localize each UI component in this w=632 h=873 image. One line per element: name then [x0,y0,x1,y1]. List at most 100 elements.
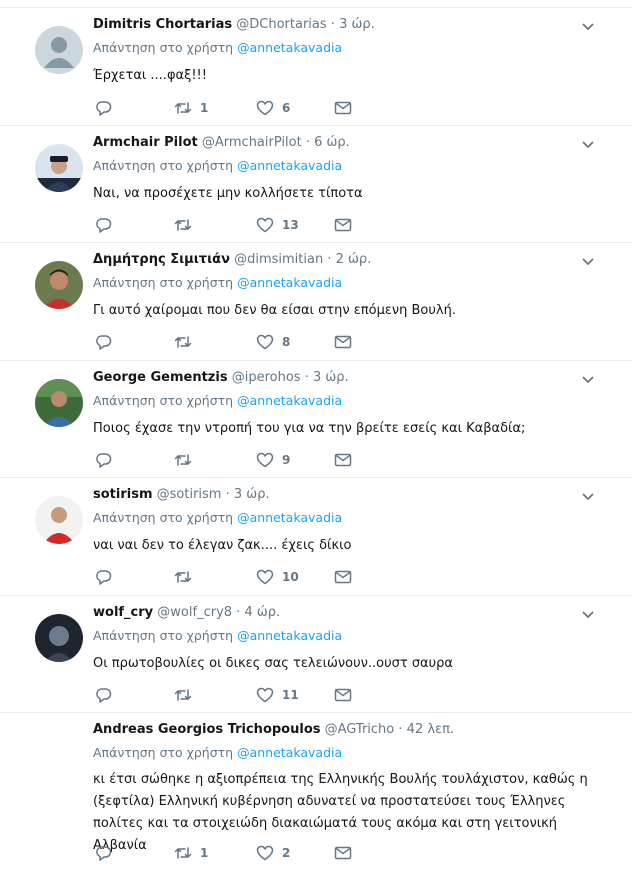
heart-icon [256,845,274,861]
reply-icon [96,453,112,468]
chevron-down-icon[interactable] [580,488,596,504]
timestamp[interactable]: 3 ώρ. [313,370,349,385]
tweet[interactable]: Δημήτρης Σιμιτιάν @dimsimitian · 2 ώρ. Α… [0,242,632,360]
direct-message-button[interactable] [334,844,352,862]
reply-button[interactable] [95,451,113,469]
author-handle[interactable]: @wolf_cry8 [157,605,232,620]
separator-dot: · [304,370,309,385]
chevron-down-icon[interactable] [580,371,596,387]
author-name[interactable]: George Gementzis [93,370,228,385]
avatar[interactable] [35,614,83,662]
mention-link[interactable]: @annetakavadia [237,275,342,290]
separator-dot: · [398,722,403,737]
author-handle[interactable]: @sotirism [157,487,222,502]
reply-context: Απάντηση στο χρήστη @annetakavadia [93,628,342,643]
author-name[interactable]: Δημήτρης Σιμιτιάν [93,252,230,267]
reply-button[interactable] [95,216,113,234]
chevron-down-icon[interactable] [580,606,596,622]
like-button[interactable]: 10 [256,568,299,586]
chevron-down-icon[interactable] [580,253,596,269]
separator-dot: · [330,17,335,32]
direct-message-button[interactable] [334,568,352,586]
author-handle[interactable]: @ArmchairPilot [202,135,302,150]
reply-button[interactable] [95,568,113,586]
timestamp[interactable]: 4 ώρ. [244,605,280,620]
man-outdoor-photo-icon [35,379,83,427]
tweet-header: Andreas Georgios Trichopoulos @AGTricho … [93,722,454,737]
avatar[interactable] [35,379,83,427]
direct-message-button[interactable] [334,216,352,234]
reply-icon [96,570,112,585]
direct-message-button[interactable] [334,99,352,117]
retweet-button[interactable] [174,568,200,586]
heart-icon [256,687,274,703]
retweet-count: 1 [200,846,209,860]
like-count: 8 [282,335,291,349]
like-count: 2 [282,846,291,860]
mention-link[interactable]: @annetakavadia [237,158,342,173]
chevron-down-icon[interactable] [580,136,596,152]
mention-link[interactable]: @annetakavadia [237,745,342,760]
avatar[interactable] [35,496,83,544]
tweet-actions: 13 [93,216,363,234]
mention-link[interactable]: @annetakavadia [237,628,342,643]
avatar[interactable] [35,26,83,74]
retweet-icon [174,102,192,114]
tweet-text: Ναι, να προσέχετε μην κολλήσετε τίποτα [93,186,363,201]
tweet[interactable]: Andreas Georgios Trichopoulos @AGTricho … [0,712,632,873]
author-handle[interactable]: @iperohos [232,370,301,385]
author-handle[interactable]: @dimsimitian [234,252,323,267]
author-name[interactable]: sotirism [93,487,153,502]
man-red-shirt-white-photo-icon [35,496,83,544]
author-handle[interactable]: @AGTricho [325,722,395,737]
direct-message-button[interactable] [334,686,352,704]
chevron-down-icon[interactable] [580,18,596,34]
reply-button[interactable] [95,333,113,351]
reply-button[interactable] [95,686,113,704]
avatar[interactable] [35,261,83,309]
mention-link[interactable]: @annetakavadia [237,510,342,525]
reply-context: Απάντηση στο χρήστη @annetakavadia [93,510,342,525]
tweet[interactable]: sotirism @sotirism · 3 ώρ. Απάντηση στο … [0,477,632,595]
tweet-header: Armchair Pilot @ArmchairPilot · 6 ώρ. [93,135,350,150]
direct-message-button[interactable] [334,333,352,351]
like-button[interactable]: 8 [256,333,290,351]
retweet-button[interactable]: 1 [174,844,208,862]
author-handle[interactable]: @DChortarias [236,17,326,32]
tweet-actions: 8 [93,333,363,351]
author-name[interactable]: Andreas Georgios Trichopoulos [93,722,321,737]
like-button[interactable]: 9 [256,451,290,469]
like-count: 11 [282,688,299,702]
tweet-actions: 1 2 [93,844,363,862]
timestamp[interactable]: 3 ώρ. [234,487,270,502]
direct-message-button[interactable] [334,451,352,469]
author-name[interactable]: Dimitris Chortarias [93,17,232,32]
retweet-button[interactable] [174,686,200,704]
timestamp[interactable]: 2 ώρ. [336,252,372,267]
tweet[interactable]: George Gementzis @iperohos · 3 ώρ. Απάντ… [0,360,632,477]
tweet[interactable]: Dimitris Chortarias @DChortarias · 3 ώρ.… [0,7,632,125]
like-button[interactable]: 11 [256,686,299,704]
like-button[interactable]: 2 [256,844,290,862]
like-button[interactable]: 13 [256,216,299,234]
mention-link[interactable]: @annetakavadia [237,393,342,408]
timestamp[interactable]: 6 ώρ. [314,135,350,150]
replies-timeline: Dimitris Chortarias @DChortarias · 3 ώρ.… [0,0,632,873]
like-button[interactable]: 6 [256,99,290,117]
author-name[interactable]: wolf_cry [93,605,153,620]
retweet-button[interactable] [174,333,200,351]
tweet[interactable]: Armchair Pilot @ArmchairPilot · 6 ώρ. Απ… [0,125,632,242]
author-name[interactable]: Armchair Pilot [93,135,198,150]
timestamp[interactable]: 42 λεπ. [407,722,454,737]
avatar[interactable] [35,144,83,192]
retweet-button[interactable] [174,451,200,469]
tweet-header: Dimitris Chortarias @DChortarias · 3 ώρ. [93,17,375,32]
retweet-button[interactable]: 1 [174,99,208,117]
tweet[interactable]: wolf_cry @wolf_cry8 · 4 ώρ. Απάντηση στο… [0,595,632,712]
reply-button[interactable] [95,844,113,862]
reply-icon [96,688,112,703]
retweet-button[interactable] [174,216,200,234]
reply-button[interactable] [95,99,113,117]
timestamp[interactable]: 3 ώρ. [339,17,375,32]
mention-link[interactable]: @annetakavadia [237,40,342,55]
